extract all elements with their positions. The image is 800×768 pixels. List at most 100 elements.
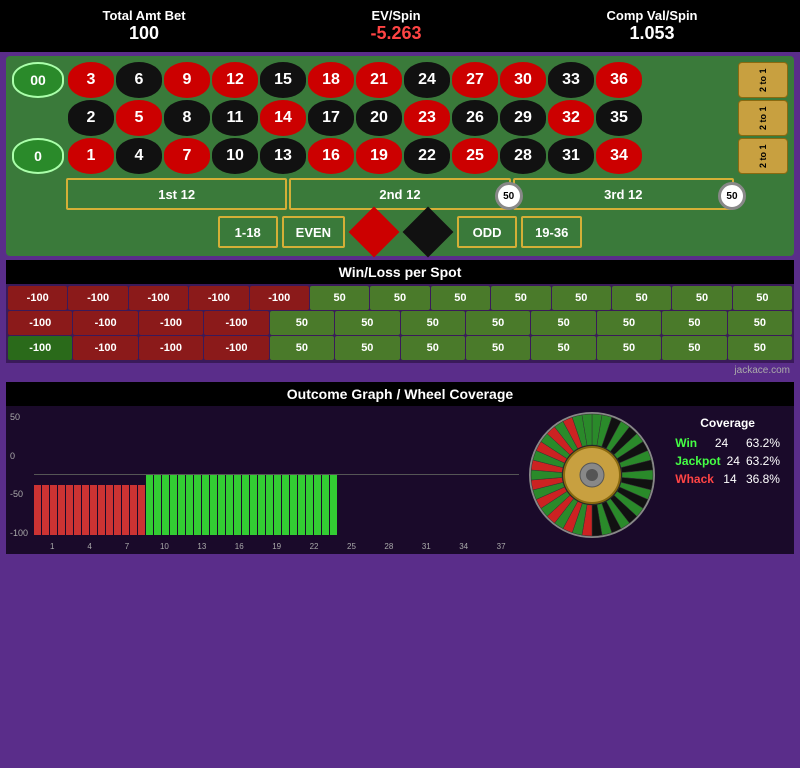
- cell-18[interactable]: 18: [308, 62, 354, 98]
- bet-odd[interactable]: ODD: [457, 216, 517, 248]
- cell-7[interactable]: 7: [164, 138, 210, 174]
- cell-29[interactable]: 29: [500, 100, 546, 136]
- cell-13[interactable]: 13: [260, 138, 306, 174]
- cell-4[interactable]: 4: [116, 138, 162, 174]
- cell-3[interactable]: 3: [68, 62, 114, 98]
- cell-35[interactable]: 35: [596, 100, 642, 136]
- two-to-one-mid[interactable]: 2 to 1: [738, 100, 788, 136]
- comp-val-label: Comp Val/Spin: [606, 8, 697, 23]
- two-to-one-column: 2 to 1 2 to 1 2 to 1: [738, 62, 788, 174]
- coverage-win-row: Win 24 63.2%: [675, 436, 780, 450]
- cell-12[interactable]: 12: [212, 62, 258, 98]
- cell-32[interactable]: 32: [548, 100, 594, 136]
- bar-green-19: [298, 475, 305, 535]
- cell-00[interactable]: 00: [12, 62, 64, 98]
- x-label-28: 28: [371, 542, 407, 551]
- cell-34[interactable]: 34: [596, 138, 642, 174]
- cell-28[interactable]: 28: [500, 138, 546, 174]
- two-to-one-top[interactable]: 2 to 1: [738, 62, 788, 98]
- bet-even[interactable]: EVEN: [282, 216, 345, 248]
- numbers-row-3: 147101316192225283134: [68, 138, 736, 174]
- cell-33[interactable]: 33: [548, 62, 594, 98]
- bars-container: [34, 415, 519, 535]
- bar-green-0: [146, 475, 153, 535]
- bar-green-22: [322, 475, 329, 535]
- numbers-row-2: 258111417202326293235: [68, 100, 736, 136]
- cell-8[interactable]: 8: [164, 100, 210, 136]
- bar-green-12: [242, 475, 249, 535]
- cell-9[interactable]: 9: [164, 62, 210, 98]
- y-label-neg50: -50: [10, 489, 34, 499]
- cell-2[interactable]: 2: [68, 100, 114, 136]
- wl-cell-0-6: 50: [370, 286, 429, 310]
- wl-cell-0-10: 50: [612, 286, 671, 310]
- wl-cell-0-8: 50: [491, 286, 550, 310]
- bet-1-18[interactable]: 1-18: [218, 216, 278, 248]
- wl-cell-2-2: -100: [139, 336, 203, 360]
- winloss-row-1: -100-100-100-1005050505050505050: [8, 311, 792, 335]
- cell-15[interactable]: 15: [260, 62, 306, 98]
- cell-22[interactable]: 22: [404, 138, 450, 174]
- bar-red-8: [98, 485, 105, 535]
- wl-cell-2-10: 50: [662, 336, 726, 360]
- numbers-grid: 369121518212427303336 258111417202326293…: [68, 62, 736, 174]
- cell-5[interactable]: 5: [116, 100, 162, 136]
- x-label-34: 34: [445, 542, 481, 551]
- bar-red-9: [106, 485, 113, 535]
- cell-26[interactable]: 26: [452, 100, 498, 136]
- cell-16[interactable]: 16: [308, 138, 354, 174]
- cell-36[interactable]: 36: [596, 62, 642, 98]
- cell-31[interactable]: 31: [548, 138, 594, 174]
- cell-20[interactable]: 20: [356, 100, 402, 136]
- wl-cell-0-2: -100: [129, 286, 188, 310]
- wl-cell-0-5: 50: [310, 286, 369, 310]
- total-bet-col: Total Amt Bet 100: [102, 8, 185, 44]
- wl-cell-1-0: -100: [8, 311, 72, 335]
- wl-cell-1-6: 50: [401, 311, 465, 335]
- wl-cell-1-5: 50: [335, 311, 399, 335]
- x-label-25: 25: [333, 542, 369, 551]
- bet-19-36[interactable]: 19-36: [521, 216, 582, 248]
- coverage-jackpot-pct: 63.2%: [746, 454, 780, 468]
- wl-cell-0-0: -100: [8, 286, 67, 310]
- bar-green-20: [306, 475, 313, 535]
- cell-23[interactable]: 23: [404, 100, 450, 136]
- cell-11[interactable]: 11: [212, 100, 258, 136]
- cell-14[interactable]: 14: [260, 100, 306, 136]
- wl-cell-0-11: 50: [672, 286, 731, 310]
- black-diamond[interactable]: [403, 207, 454, 258]
- cell-19[interactable]: 19: [356, 138, 402, 174]
- wl-cell-1-3: -100: [204, 311, 268, 335]
- cell-10[interactable]: 10: [212, 138, 258, 174]
- wl-cell-0-4: -100: [250, 286, 309, 310]
- bar-red-4: [66, 485, 73, 535]
- total-bet-label: Total Amt Bet: [102, 8, 185, 23]
- roulette-wheel: [527, 410, 657, 540]
- cell-1[interactable]: 1: [68, 138, 114, 174]
- red-diamond[interactable]: [349, 207, 400, 258]
- bar-red-1: [42, 485, 49, 535]
- x-label-31: 31: [408, 542, 444, 551]
- wl-cell-0-12: 50: [733, 286, 792, 310]
- cell-30[interactable]: 30: [500, 62, 546, 98]
- dozen-1-box[interactable]: 1st 12: [66, 178, 287, 210]
- coverage-win-count: 24: [715, 436, 728, 450]
- black-diamond-wrapper: [403, 214, 453, 250]
- chip-dozen-2[interactable]: 50: [495, 182, 523, 210]
- cell-27[interactable]: 27: [452, 62, 498, 98]
- cell-24[interactable]: 24: [404, 62, 450, 98]
- dozens-row: 1st 12 2nd 12 50 3rd 12 50: [12, 178, 788, 210]
- cell-17[interactable]: 17: [308, 100, 354, 136]
- y-label-50: 50: [10, 412, 34, 422]
- cell-21[interactable]: 21: [356, 62, 402, 98]
- bar-red-12: [130, 485, 137, 535]
- dozen-3-box[interactable]: 3rd 12 50: [513, 178, 734, 210]
- dozen-2-box[interactable]: 2nd 12 50: [289, 178, 510, 210]
- bar-red-5: [74, 485, 81, 535]
- chip-dozen-3[interactable]: 50: [718, 182, 746, 210]
- cell-6[interactable]: 6: [116, 62, 162, 98]
- cell-25[interactable]: 25: [452, 138, 498, 174]
- wl-cell-0-1: -100: [68, 286, 127, 310]
- two-to-one-bot[interactable]: 2 to 1: [738, 138, 788, 174]
- cell-0[interactable]: 0: [12, 138, 64, 174]
